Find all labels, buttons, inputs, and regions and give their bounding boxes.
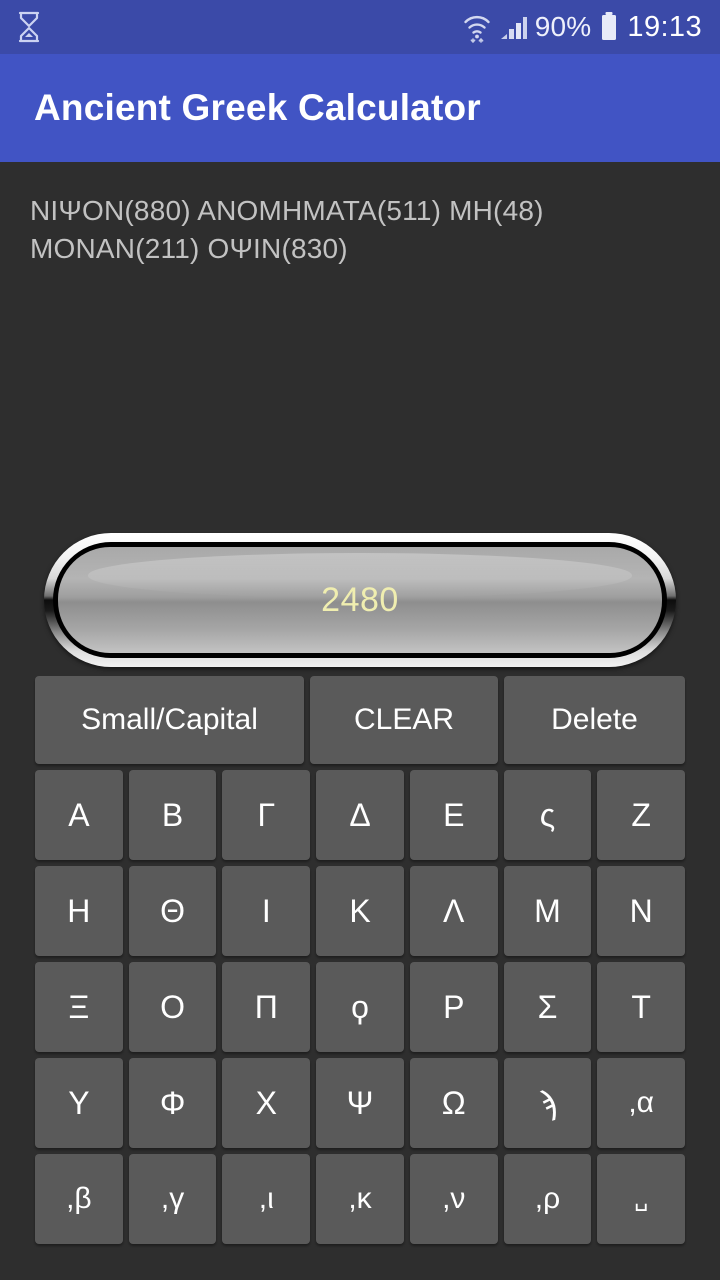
function-key-row: Small/Capital CLEAR Delete: [35, 676, 685, 764]
key-zeta[interactable]: Ζ: [597, 770, 686, 860]
status-bar-clock: 19:13: [627, 10, 702, 43]
display-face: 2480: [58, 547, 662, 653]
battery-percent-label: 90%: [534, 11, 592, 42]
key-gamma[interactable]: Γ: [222, 770, 311, 860]
key-thousand-beta[interactable]: ,β: [35, 1154, 123, 1244]
key-thousand-nu[interactable]: ,ν: [409, 1154, 498, 1244]
key-thousand-kappa[interactable]: ,κ: [316, 1154, 404, 1244]
key-beta[interactable]: Β: [128, 770, 217, 860]
key-rho[interactable]: Ρ: [409, 962, 498, 1052]
keypad-row-4: Υ Φ Χ Ψ Ω ϡ ,α: [35, 1058, 686, 1148]
page-title: Ancient Greek Calculator: [34, 87, 481, 128]
keypad-row-3: Ξ Ο Π ϙ Ρ Σ Τ: [35, 962, 686, 1052]
display-inner-ring: 2480: [53, 542, 667, 658]
key-mu[interactable]: Μ: [503, 866, 592, 956]
small-capital-button[interactable]: Small/Capital: [35, 676, 304, 764]
delete-button[interactable]: Delete: [504, 676, 685, 764]
wifi-icon: [464, 15, 490, 43]
display-value: 2480: [321, 580, 399, 619]
keypad-row-5: ,β ,γ ,ι ,κ ,ν ,ρ ␣: [35, 1154, 686, 1244]
calculator-display[interactable]: 2480: [44, 533, 676, 667]
hourglass-icon: [18, 11, 40, 43]
key-alpha[interactable]: Α: [35, 770, 123, 860]
key-thousand-gamma[interactable]: ,γ: [128, 1154, 217, 1244]
expression-text: ΝΙΨΟΝ(880) ΑΝΟΜΗΜΑΤΑ(511) ΜΗ(48) ΜΟΝΑΝ(2…: [30, 195, 552, 264]
key-space[interactable]: ␣: [597, 1154, 686, 1244]
status-bar-left: [16, 11, 42, 43]
key-lambda[interactable]: Λ: [409, 866, 498, 956]
key-thousand-rho[interactable]: ,ρ: [503, 1154, 592, 1244]
key-pi[interactable]: Π: [222, 962, 311, 1052]
status-bar: 90% 19:13: [0, 0, 720, 54]
app-bar: Ancient Greek Calculator: [0, 54, 720, 162]
key-eta[interactable]: Η: [35, 866, 123, 956]
key-omega[interactable]: Ω: [409, 1058, 498, 1148]
key-theta[interactable]: Θ: [128, 866, 217, 956]
key-thousand-iota[interactable]: ,ι: [222, 1154, 311, 1244]
key-xi[interactable]: Ξ: [35, 962, 123, 1052]
key-thousand-alpha[interactable]: ,α: [597, 1058, 686, 1148]
key-sigma[interactable]: Σ: [503, 962, 592, 1052]
keypad-row-1: Α Β Γ Δ Ε ς Ζ: [35, 770, 686, 860]
key-upsilon[interactable]: Υ: [35, 1058, 123, 1148]
key-epsilon[interactable]: Ε: [409, 770, 498, 860]
key-nu[interactable]: Ν: [597, 866, 686, 956]
app-screen: 90% 19:13 Ancient Greek Calculator ΝΙΨΟΝ…: [0, 0, 720, 1280]
key-stigma[interactable]: ς: [503, 770, 592, 860]
clear-button[interactable]: CLEAR: [310, 676, 498, 764]
key-sampi[interactable]: ϡ: [503, 1058, 592, 1148]
key-delta[interactable]: Δ: [316, 770, 404, 860]
keypad-row-2: Η Θ Ι Κ Λ Μ Ν: [35, 866, 686, 956]
status-bar-right: 90% 19:13: [463, 11, 702, 43]
key-kappa[interactable]: Κ: [316, 866, 404, 956]
keypad: Small/Capital CLEAR Delete Α Β Γ Δ Ε ς Ζ…: [35, 676, 686, 1250]
key-psi[interactable]: Ψ: [316, 1058, 404, 1148]
battery-icon: [602, 12, 617, 40]
key-phi[interactable]: Φ: [128, 1058, 217, 1148]
key-chi[interactable]: Χ: [222, 1058, 311, 1148]
key-tau[interactable]: Τ: [597, 962, 686, 1052]
key-omicron[interactable]: Ο: [128, 962, 217, 1052]
key-koppa[interactable]: ϙ: [316, 962, 404, 1052]
cellular-signal-icon: [500, 17, 527, 39]
key-iota[interactable]: Ι: [222, 866, 311, 956]
